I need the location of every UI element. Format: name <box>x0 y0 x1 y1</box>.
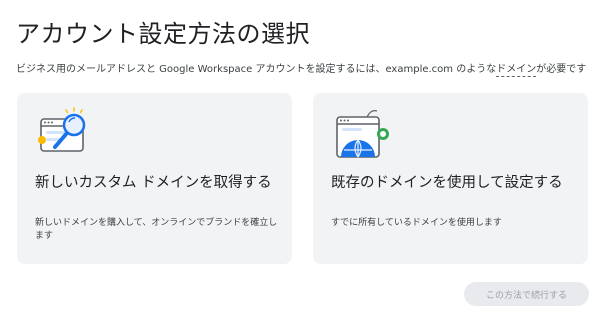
subtitle-text-end: が必要です <box>536 64 587 75</box>
page-subtitle: ビジネス用のメールアドレスと Google Workspace アカウントを設定… <box>16 60 587 77</box>
option-description: 新しいドメインを購入して、オンラインでブランドを確立します <box>35 218 278 241</box>
option-description: すでに所有しているドメインを使用します <box>331 218 502 228</box>
existing-domain-globe-icon <box>336 110 389 158</box>
domain-search-icon <box>38 107 86 152</box>
option-card-new-domain[interactable]: 新しいカスタム ドメインを取得する 新しいドメインを購入して、オンラインでブラン… <box>17 93 292 264</box>
domain-glossary-term[interactable]: ドメイン <box>496 64 537 77</box>
continue-button[interactable]: この方法で続行する <box>464 282 589 306</box>
subtitle-text-start: ビジネス用のメールアドレスと Google Workspace アカウントを設定… <box>16 64 497 75</box>
option-title: 新しいカスタム ドメインを取得する <box>35 175 272 191</box>
page-title: アカウント設定方法の選択 <box>16 20 310 48</box>
option-card-existing-domain[interactable]: 既存のドメインを使用して設定する すでに所有しているドメインを使用します <box>313 93 588 264</box>
option-title: 既存のドメインを使用して設定する <box>331 175 563 191</box>
